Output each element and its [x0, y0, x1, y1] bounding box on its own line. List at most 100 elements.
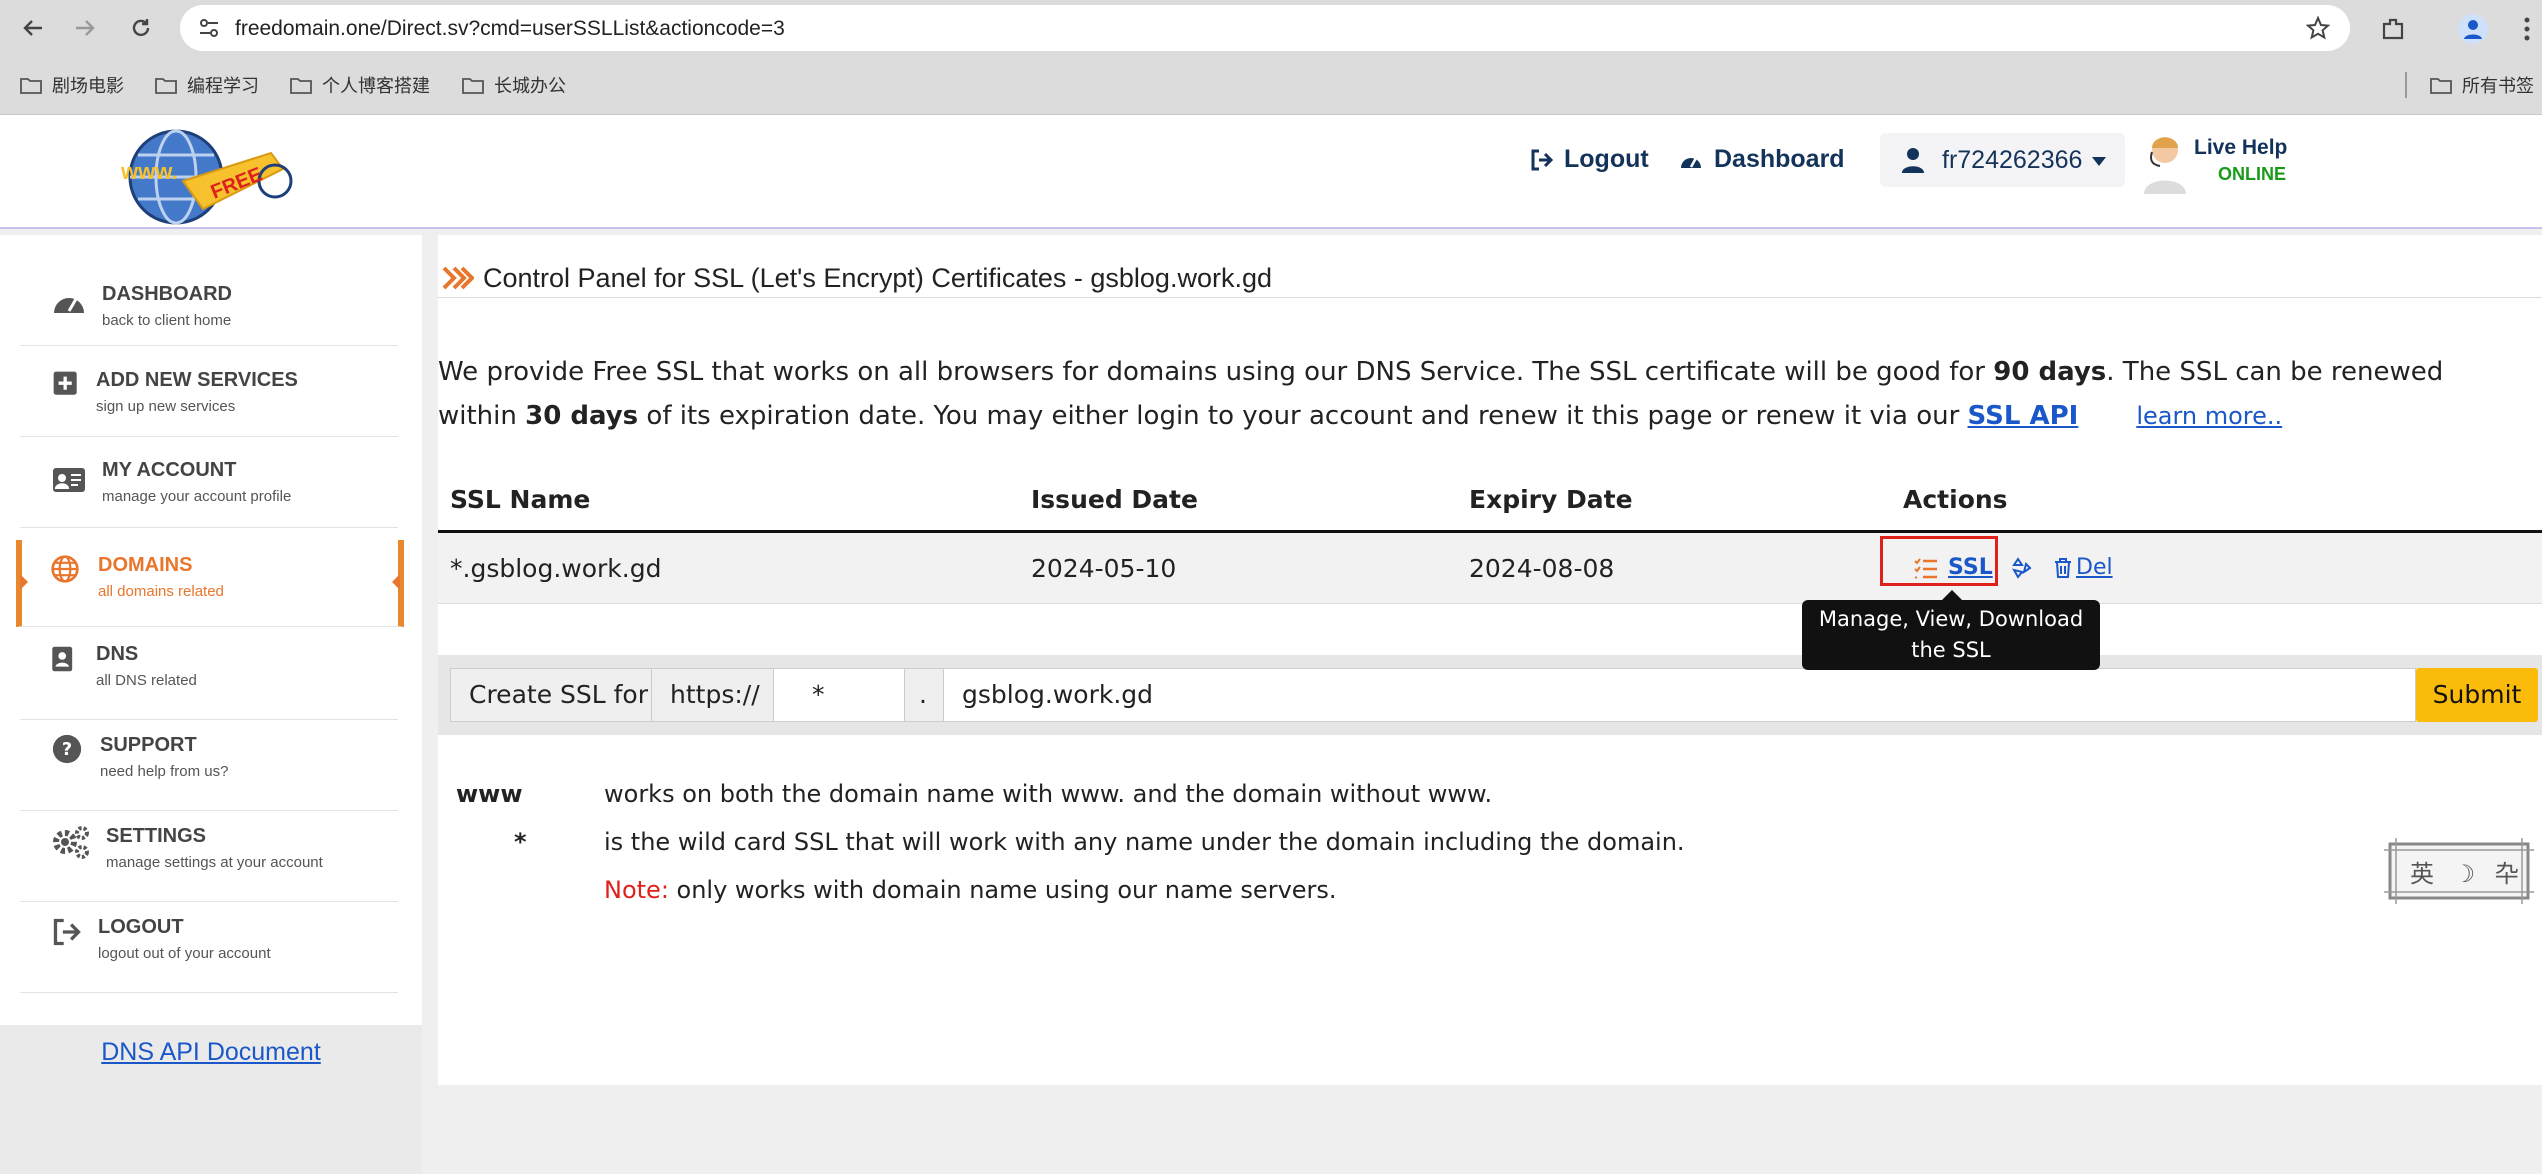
- reload-button[interactable]: [122, 9, 160, 47]
- sidebar-item-title: DNS: [96, 643, 139, 665]
- site-header: www. FREE Logout Dashboard fr724262366 L…: [0, 115, 2542, 229]
- create-ssl-form: Create SSL for https:// * . gsblog.work.…: [438, 655, 2542, 735]
- domain-input[interactable]: gsblog.work.gd: [943, 668, 2416, 722]
- freedomain-logo[interactable]: www. FREE: [113, 125, 293, 225]
- sidebar-item-add-new-services[interactable]: ADD NEW SERVICES sign up new services: [20, 346, 398, 437]
- tachometer-icon: [1681, 156, 1701, 168]
- legend-note: Note: only works with domain name using …: [604, 876, 1337, 904]
- dashboard-link[interactable]: Dashboard: [1678, 145, 1845, 174]
- intro-bold: 90 days: [1993, 357, 2107, 387]
- delete-ssl-link[interactable]: Del: [2054, 555, 2113, 580]
- reload-icon: [132, 19, 150, 37]
- sidebar: DASHBOARD back to client home ADD NEW SE…: [0, 235, 422, 1025]
- sidebar-item-title: SETTINGS: [106, 825, 207, 847]
- question-circle-icon: ?: [52, 734, 82, 764]
- intro-text: We provide Free SSL that works on all br…: [438, 357, 1994, 387]
- bookmark-label: 长城办公: [494, 76, 566, 97]
- recycle-icon[interactable]: [2010, 556, 2034, 580]
- dashboard-icon: [54, 298, 84, 313]
- ime-toolbar[interactable]: 英 ☽ 卆: [2384, 838, 2534, 904]
- dashboard-label: Dashboard: [1714, 145, 1845, 173]
- legend-text-www: works on both the domain name with www. …: [604, 780, 1493, 808]
- folder-icon: [155, 77, 177, 94]
- column-header: Expiry Date: [1469, 485, 1633, 514]
- support-agent-icon: [2144, 137, 2186, 194]
- intro-text: of its expiration date. You may either l…: [638, 401, 1968, 431]
- bookmark-folder[interactable]: 长城办公: [462, 72, 566, 98]
- create-ssl-label: Create SSL for: [450, 668, 652, 722]
- logout-link[interactable]: Logout: [1530, 145, 1649, 174]
- sidebar-item-dashboard[interactable]: DASHBOARD back to client home: [20, 255, 398, 346]
- extensions-icon[interactable]: [2380, 16, 2406, 42]
- sidebar-item-subtitle: all domains related: [98, 583, 224, 600]
- sidebar-item-logout[interactable]: LOGOUT logout out of your account: [20, 902, 398, 993]
- sidebar-item-subtitle: back to client home: [102, 312, 232, 329]
- bookmark-folder[interactable]: 个人博客搭建: [290, 72, 430, 98]
- sidebar-item-support[interactable]: ? SUPPORT need help from us?: [20, 720, 398, 811]
- bookmark-folder[interactable]: 剧场电影: [20, 72, 124, 98]
- tooltip-arrow: [1942, 590, 1962, 600]
- sidebar-item-dns[interactable]: DNS all DNS related: [20, 629, 398, 720]
- bookmark-folder[interactable]: 编程学习: [155, 72, 259, 98]
- subdomain-input[interactable]: *: [773, 668, 905, 722]
- dot-addon: .: [904, 668, 944, 722]
- id-card-icon: [53, 468, 85, 492]
- caret-right-icon: [20, 574, 28, 590]
- sidebar-item-title: DOMAINS: [98, 554, 193, 576]
- dns-api-document-link[interactable]: DNS API Document: [0, 1038, 422, 1067]
- sidebar-item-title: DASHBOARD: [102, 283, 232, 305]
- sidebar-item-subtitle: manage your account profile: [102, 488, 292, 505]
- forward-button[interactable]: [66, 9, 104, 47]
- sidebar-item-subtitle: need help from us?: [100, 763, 229, 780]
- user-dropdown[interactable]: fr724262366: [1880, 133, 2125, 187]
- folder-icon: [290, 77, 312, 94]
- bookmark-star-icon[interactable]: [2306, 16, 2330, 40]
- expiry-date-cell: 2024-08-08: [1469, 554, 1615, 583]
- folder-icon: [462, 77, 484, 94]
- live-help-widget[interactable]: Live Help ONLINE: [2140, 130, 2310, 194]
- live-help-status: ONLINE: [2218, 164, 2287, 184]
- url-text: freedomain.one/Direct.sv?cmd=userSSLList…: [235, 17, 785, 40]
- learn-more-link[interactable]: learn more..: [2136, 402, 2282, 430]
- all-bookmarks-label: 所有书签: [2462, 76, 2534, 97]
- legend-key-www: www: [456, 780, 523, 808]
- profile-avatar[interactable]: [2458, 14, 2488, 44]
- sidebar-item-title: ADD NEW SERVICES: [96, 369, 298, 391]
- sidebar-item-settings[interactable]: SETTINGS manage settings at your account: [20, 811, 398, 902]
- sidebar-item-subtitle: all DNS related: [96, 672, 197, 689]
- more-menu-icon[interactable]: [2522, 16, 2532, 42]
- column-header: Actions: [1903, 485, 2008, 514]
- sidebar-item-subtitle: logout out of your account: [98, 945, 271, 962]
- address-book-icon: [52, 646, 73, 672]
- intro-paragraph: We provide Free SSL that works on all br…: [438, 350, 2523, 438]
- manage-ssl-link[interactable]: SSL: [1948, 555, 1993, 580]
- page-title: Control Panel for SSL (Let's Encrypt) Ce…: [483, 263, 1272, 293]
- ssl-tooltip: Manage, View, Download the SSL: [1802, 590, 2100, 670]
- gears-icon: [53, 826, 89, 859]
- tooltip-text: Manage, View, Download the SSL: [1818, 607, 2084, 662]
- submit-button[interactable]: Submit: [2416, 668, 2538, 722]
- sidebar-item-my-account[interactable]: MY ACCOUNT manage your account profile: [20, 437, 398, 528]
- column-header: SSL Name: [450, 485, 591, 514]
- sidebar-item-title: MY ACCOUNT: [102, 459, 237, 481]
- main-content: Control Panel for SSL (Let's Encrypt) Ce…: [438, 235, 2542, 1085]
- bookmark-label: 剧场电影: [52, 76, 124, 97]
- caret-down-icon: [2092, 157, 2106, 166]
- sidebar-item-domains[interactable]: DOMAINS all domains related: [16, 540, 404, 627]
- list-check-icon: [1914, 558, 1937, 579]
- back-button[interactable]: [14, 9, 52, 47]
- protocol-addon: https://: [651, 668, 774, 722]
- legend-key-star: *: [514, 828, 527, 856]
- svg-text:?: ?: [62, 740, 72, 760]
- user-icon: [1902, 148, 1924, 173]
- folder-icon: [2430, 77, 2452, 94]
- ime-label: 英 ☽ 卆: [2410, 860, 2525, 888]
- all-bookmarks[interactable]: 所有书签: [2430, 72, 2534, 98]
- address-bar[interactable]: freedomain.one/Direct.sv?cmd=userSSLList…: [180, 5, 2350, 51]
- live-help-label: Live Help: [2194, 136, 2288, 159]
- sidebar-item-subtitle: sign up new services: [96, 398, 236, 415]
- person-icon: [2464, 20, 2482, 39]
- arrow-left-icon: [23, 20, 42, 36]
- ssl-api-link[interactable]: SSL API: [1968, 401, 2079, 431]
- sidebar-item-subtitle: manage settings at your account: [106, 854, 323, 871]
